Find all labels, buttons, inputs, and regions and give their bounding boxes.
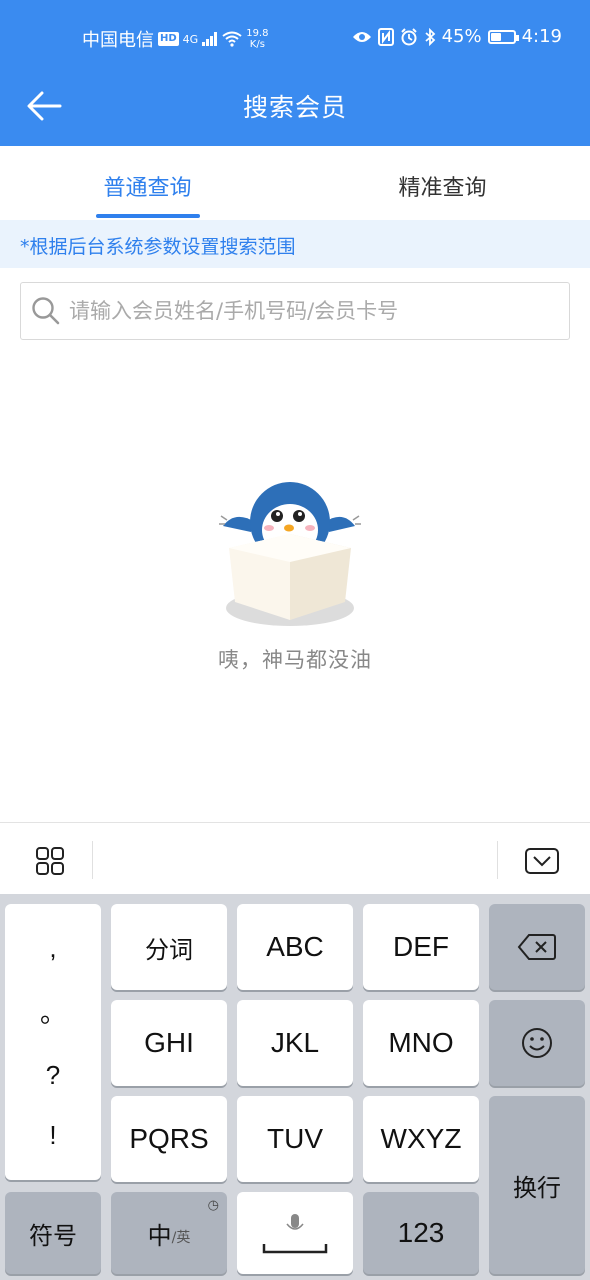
eye-icon <box>352 31 371 42</box>
key-segment[interactable]: 分词 <box>111 904 227 990</box>
search-scope-hint: *根据后台系统参数设置搜索范围 <box>0 220 590 268</box>
member-search-input[interactable] <box>69 299 569 323</box>
carrier-name: 中国电信 <box>82 30 154 51</box>
query-tabs: 普通查询 精准查询 <box>0 146 590 218</box>
network-type: 4G <box>182 32 199 46</box>
network-speed: 19.8 K/s <box>246 28 268 50</box>
tab-normal-query[interactable]: 普通查询 <box>0 146 295 218</box>
empty-state: 咦，神马都没油 <box>0 470 590 674</box>
key-abc[interactable]: ABC <box>237 904 353 990</box>
status-right: 45% 4:19 <box>352 26 562 47</box>
penguin-empty-illustration <box>219 482 361 626</box>
keyboard-collapse-icon <box>525 848 559 874</box>
nfc-icon <box>377 27 394 46</box>
search-box[interactable] <box>20 282 570 340</box>
punct-exclaim[interactable]: ! <box>49 1120 56 1151</box>
carrier-group: 中国电信 HD 4G 19.8 K/s <box>82 26 268 52</box>
key-wxyz[interactable]: WXYZ <box>363 1096 479 1182</box>
grid-icon <box>36 847 64 875</box>
space-key[interactable] <box>237 1192 353 1274</box>
search-icon <box>32 297 60 325</box>
lang-sub-label: /英 <box>171 1230 191 1246</box>
hd-badge: HD <box>158 32 179 46</box>
battery-percent: 45% <box>441 26 482 47</box>
header: 中国电信 HD 4G 19.8 K/s 45% 4:19 搜索会员 <box>0 0 590 146</box>
key-def[interactable]: DEF <box>363 904 479 990</box>
tab-active-indicator <box>95 214 200 218</box>
signal-icon <box>202 32 218 46</box>
battery-icon <box>487 29 519 44</box>
key-tuv[interactable]: TUV <box>237 1096 353 1182</box>
status-bar: 中国电信 HD 4G 19.8 K/s 45% 4:19 <box>0 0 590 74</box>
hide-keyboard-button[interactable] <box>514 841 570 881</box>
empty-message: 咦，神马都没油 <box>218 648 372 672</box>
punctuation-column[interactable]: , 。 ? ! <box>5 904 101 1180</box>
lang-main-label: 中 <box>147 1221 172 1250</box>
tab-label: 精准查询 <box>398 176 487 201</box>
app-bar: 搜索会员 <box>0 74 590 146</box>
enter-key[interactable]: 换行 <box>489 1096 585 1274</box>
key-pqrs[interactable]: PQRS <box>111 1096 227 1182</box>
page-title: 搜索会员 <box>242 93 347 122</box>
keyboard-menu-button[interactable] <box>22 841 78 881</box>
wifi-icon <box>222 31 242 47</box>
toolbar-divider <box>497 841 498 879</box>
keyboard-toolbar <box>0 822 590 894</box>
punct-question[interactable]: ? <box>46 1060 60 1091</box>
tab-label: 普通查询 <box>103 176 192 201</box>
punct-comma[interactable]: , <box>49 933 56 964</box>
key-mno[interactable]: MNO <box>363 1000 479 1086</box>
keyboard: , 。 ? ! 分词 ABC DEF GHI JKL MNO PQRS TUV … <box>0 894 590 1280</box>
tab-precise-query[interactable]: 精准查询 <box>295 146 590 218</box>
speed-value: 19.8 <box>246 28 269 39</box>
microphone-icon <box>262 1214 328 1254</box>
smiley-icon <box>522 1028 552 1058</box>
emoji-key[interactable] <box>489 1000 585 1086</box>
numbers-key[interactable]: 123 <box>363 1192 479 1274</box>
key-ghi[interactable]: GHI <box>111 1000 227 1086</box>
alarm-icon <box>400 27 417 45</box>
punct-period[interactable]: 。 <box>40 993 66 1030</box>
clock: 4:19 <box>521 26 562 47</box>
toolbar-divider <box>92 841 93 879</box>
language-switch-key[interactable]: 中/英 ◷ <box>111 1192 227 1274</box>
backspace-key[interactable] <box>489 904 585 990</box>
key-jkl[interactable]: JKL <box>237 1000 353 1086</box>
backspace-icon <box>517 934 556 960</box>
bluetooth-icon <box>424 27 435 46</box>
symbols-key[interactable]: 符号 <box>5 1192 101 1274</box>
speed-unit: K/s <box>249 39 265 50</box>
globe-icon: ◷ <box>207 1198 219 1213</box>
